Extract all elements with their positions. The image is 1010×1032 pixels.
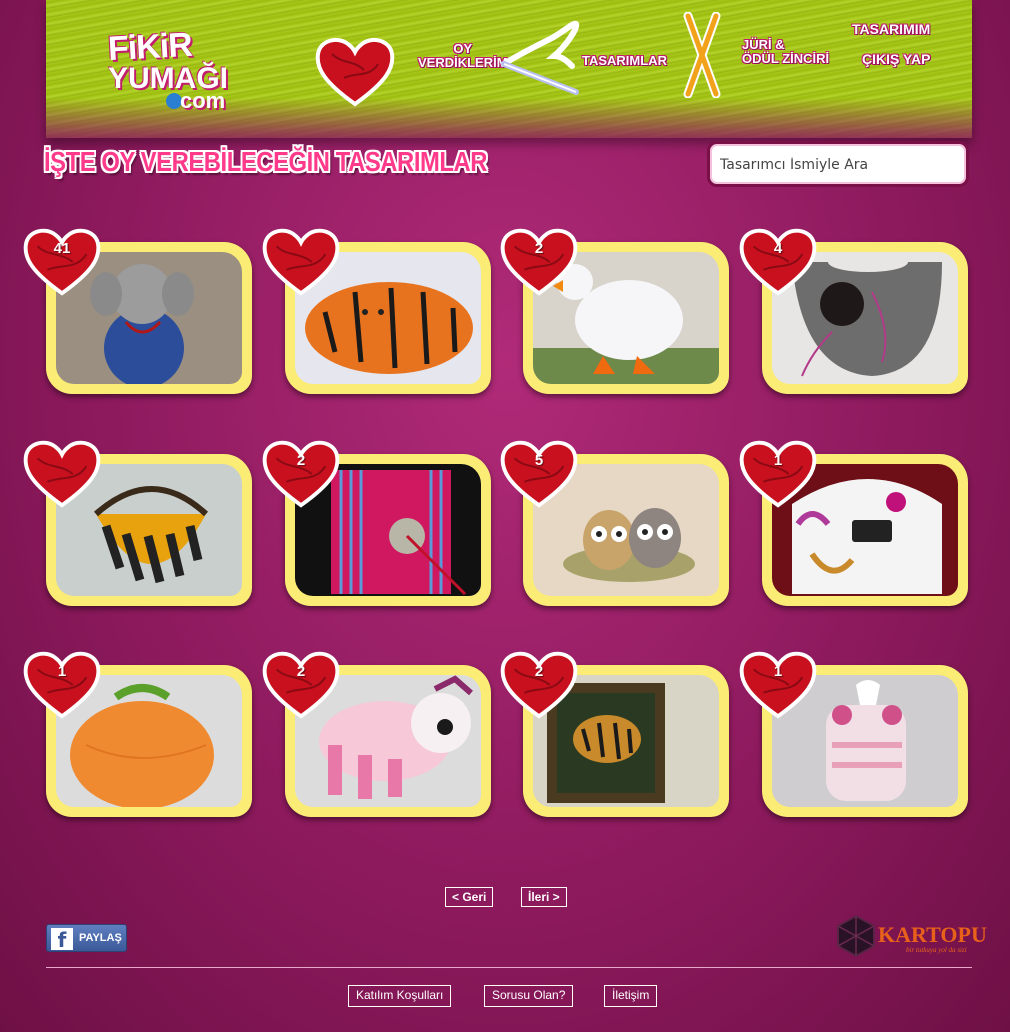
design-card-fluffy-goose[interactable]: 2 [500,224,733,394]
nav-jury-line1: JÜRİ & [742,37,785,52]
terms-link[interactable]: Katılım Koşulları [348,985,452,1007]
nav-voted-line2: VERDİKLERİM [418,55,508,70]
design-card-crochet-owls[interactable]: 5 [500,436,733,606]
heart-icon[interactable] [314,34,396,108]
nav-voted-line1: OY [453,41,473,56]
brand-name: KARTOPU [878,922,987,947]
nav-logout[interactable]: ÇIKIŞ YAP [862,52,930,66]
next-page-button[interactable]: İleri > [521,887,567,907]
design-card-crochet-orange-basket[interactable]: 1 [23,647,256,817]
vote-count: 1 [773,452,783,469]
design-card-decorated-white-hat[interactable]: 1 [739,436,972,606]
vote-heart-icon[interactable] [261,436,341,510]
nav-jury-line2: ÖDÜL ZİNCİRİ [742,51,830,66]
vote-count: 5 [534,452,544,469]
faq-link[interactable]: Sorusu Olan? [484,985,574,1007]
vote-heart-icon[interactable] [22,224,102,298]
design-card-knitted-elephant[interactable]: 41 [23,224,256,394]
vote-count: 41 [53,240,71,257]
design-card-felt-bag[interactable]: 4 [739,224,972,394]
nav-my-design[interactable]: TASARIMIM [852,22,930,36]
vote-heart-icon[interactable] [738,224,818,298]
header-banner: FiKiR YUMAĞI com OY VERDİKLERİM TASARIML… [46,0,972,138]
nav-voted[interactable]: OY VERDİKLERİM [418,42,508,70]
vote-count: 2 [534,663,544,680]
vote-heart-icon[interactable] [738,436,818,510]
vote-heart-icon[interactable] [261,647,341,721]
site-logo[interactable]: FiKiR YUMAĞI com [107,26,258,118]
prev-page-button[interactable]: < Geri [445,887,494,907]
vote-count: 2 [296,663,306,680]
vote-heart-icon[interactable] [499,224,579,298]
facebook-share-button[interactable]: f PAYLAŞ [46,924,127,952]
vote-count: 2 [534,240,544,257]
brand-tagline: bir tutkuya yol da sizi [906,946,967,954]
footer-divider [46,967,972,968]
design-card-striped-crochet-bag[interactable] [23,436,256,606]
vote-count: 2 [296,452,306,469]
nav-jury[interactable]: JÜRİ & ÖDÜL ZİNCİRİ [742,38,829,66]
vote-heart-icon[interactable] [22,436,102,510]
kartopu-cube-icon [837,914,875,958]
search-box[interactable] [707,141,969,187]
facebook-icon: f [51,928,73,952]
vote-count: 4 [773,240,783,257]
designer-search-input[interactable] [710,144,952,186]
vote-heart-icon[interactable] [499,436,579,510]
design-card-tiger-tapestry[interactable]: 2 [500,647,733,817]
design-card-striped-pink-pouch[interactable]: 2 [262,436,495,606]
page-title: İŞTE OY VEREBİLECEĞİN TASARIMLAR [44,146,488,177]
nav-designs[interactable]: TASARIMLAR [582,54,667,68]
logo-line3: com [180,88,226,113]
vote-heart-icon[interactable] [22,647,102,721]
design-card-knitted-tiger-pillow[interactable] [262,224,495,394]
vote-count: 1 [773,663,783,680]
share-label: PAYLAŞ [79,932,122,944]
crossed-needles-icon[interactable] [680,12,724,98]
vote-heart-icon[interactable] [738,647,818,721]
contact-link[interactable]: İletişim [604,985,658,1007]
vote-count: 1 [57,663,67,680]
design-card-tissue-box-cover[interactable]: 1 [739,647,972,817]
sponsor-logo[interactable]: KARTOPU bir tutkuya yol da sizi [836,914,987,962]
vote-heart-icon[interactable] [261,224,341,298]
vote-heart-icon[interactable] [499,647,579,721]
needles-icon[interactable] [496,16,586,100]
design-card-pink-crochet-bunny[interactable]: 2 [262,647,495,817]
